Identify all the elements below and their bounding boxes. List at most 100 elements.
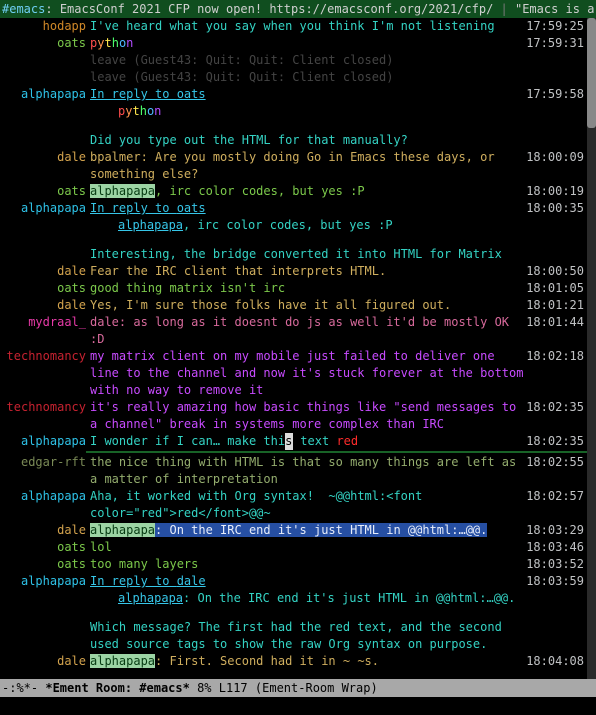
message-text: alphapapa: On the IRC end it's just HTML… <box>90 522 586 539</box>
nick-hodapp[interactable]: hodapp <box>43 19 86 33</box>
message-row: dale Fear the IRC client that interprets… <box>0 263 596 280</box>
timestamp: 18:02:18 <box>526 348 584 365</box>
selected-region[interactable]: : On the IRC end it's just HTML in @@htm… <box>155 523 487 537</box>
message-text: dale: as long as it doesnt do js as well… <box>90 314 586 348</box>
reply-link[interactable]: In reply to <box>90 201 177 215</box>
timestamp: 17:59:31 <box>526 35 584 52</box>
message-row: dale bpalmer: Are you mostly doing Go in… <box>0 149 596 183</box>
timestamp: 18:01:21 <box>526 297 584 314</box>
nick-oats[interactable]: oats <box>57 184 86 198</box>
chat-buffer[interactable]: hodapp I've heard what you say when you … <box>0 18 596 679</box>
message-text: the nice thing with HTML is that so many… <box>90 454 586 488</box>
message-row: Did you type out the HTML for that manua… <box>0 132 596 149</box>
reply-target[interactable]: oats <box>177 87 206 101</box>
message-text: bpalmer: Are you mostly doing Go in Emac… <box>90 149 586 183</box>
modeline-status: -:%*- <box>2 681 45 695</box>
timestamp: 18:01:44 <box>526 314 584 331</box>
system-row: leave (Guest43: Quit: Quit: Client close… <box>0 52 596 69</box>
message-row: dale Yes, I'm sure those folks have it a… <box>0 297 596 314</box>
message-text: good thing matrix isn't irc <box>90 280 586 297</box>
timestamp: 18:00:09 <box>526 149 584 166</box>
message-row: technomancy my matrix client on my mobil… <box>0 348 596 399</box>
header-sep2: | <box>493 2 515 16</box>
quote-row: alphapapa, irc color codes, but yes :P <box>0 217 596 234</box>
message-row: oats lol 18:03:46 <box>0 539 596 556</box>
nick-dale[interactable]: dale <box>57 654 86 668</box>
timestamp: 18:00:50 <box>526 263 584 280</box>
quote-text: alphapapa, irc color codes, but yes :P <box>90 217 586 234</box>
nick-mydraal[interactable]: mydraal_ <box>28 315 86 329</box>
reply-link[interactable]: In reply to <box>90 574 177 588</box>
message-text: it's really amazing how basic things lik… <box>90 399 586 433</box>
mention-highlight[interactable]: alphapapa <box>90 654 155 668</box>
minibuffer[interactable] <box>0 697 596 715</box>
message-text: In reply to oats <box>90 200 586 217</box>
message-row: alphapapa In reply to dale 18:03:59 <box>0 573 596 590</box>
mention-link[interactable]: alphapapa <box>118 591 183 605</box>
nick-dale[interactable]: dale <box>57 298 86 312</box>
mention-highlight[interactable]: alphapapa <box>90 184 155 198</box>
message-text: python <box>90 35 586 52</box>
message-text: Did you type out the HTML for that manua… <box>90 132 586 149</box>
message-row: mydraal_ dale: as long as it doesnt do j… <box>0 314 596 348</box>
timestamp: 18:03:59 <box>526 573 584 590</box>
mention-highlight[interactable]: alphapapa <box>90 523 155 537</box>
nick-edgar[interactable]: edgar-rft <box>21 455 86 469</box>
quote-text: python <box>90 103 586 120</box>
timestamp: 18:02:55 <box>526 454 584 471</box>
timestamp: 18:02:35 <box>526 433 584 450</box>
modeline-position: 8% L117 <box>190 681 255 695</box>
mode-line: -:%*- *Ement Room: #emacs* 8% L117 (Emen… <box>0 679 596 697</box>
nick-alphapapa[interactable]: alphapapa <box>21 87 86 101</box>
separator-line <box>86 451 596 453</box>
nick-dale[interactable]: dale <box>57 523 86 537</box>
timestamp: 18:00:19 <box>526 183 584 200</box>
header-topic: EmacsConf 2021 CFP now open! https://ema… <box>60 2 493 16</box>
system-text: leave (Guest43: Quit: Quit: Client close… <box>90 69 586 86</box>
message-text: In reply to dale <box>90 573 586 590</box>
nick-alphapapa[interactable]: alphapapa <box>21 434 86 448</box>
message-text: Interesting, the bridge converted it int… <box>90 246 586 263</box>
header-line: #emacs: EmacsConf 2021 CFP now open! htt… <box>0 0 596 18</box>
message-text: Aha, it worked with Org syntax! ~@@html:… <box>90 488 586 522</box>
message-row: oats alphapapa, irc color codes, but yes… <box>0 183 596 200</box>
timestamp: 17:59:58 <box>526 86 584 103</box>
nick-technomancy[interactable]: technomancy <box>7 349 86 363</box>
nick-dale[interactable]: dale <box>57 264 86 278</box>
reply-target[interactable]: oats <box>177 201 206 215</box>
nick-oats[interactable]: oats <box>57 281 86 295</box>
mention-link[interactable]: alphapapa <box>118 218 183 232</box>
nick-oats[interactable]: oats <box>57 36 86 50</box>
reply-target[interactable]: dale <box>177 574 206 588</box>
text-cursor: s <box>285 433 293 450</box>
scrollbar-thumb[interactable] <box>587 18 596 128</box>
message-text: lol <box>90 539 586 556</box>
message-text: In reply to oats <box>90 86 586 103</box>
modeline-buffer: *Ement Room: #emacs* <box>45 681 190 695</box>
system-row: leave (Guest43: Quit: Quit: Client close… <box>0 69 596 86</box>
timestamp: 18:02:57 <box>526 488 584 505</box>
nick-oats[interactable]: oats <box>57 557 86 571</box>
message-text: Which message? The first had the red tex… <box>90 619 586 653</box>
nick-technomancy[interactable]: technomancy <box>7 400 86 414</box>
header-sep1: : <box>45 2 59 16</box>
message-row: alphapapa I wonder if I can… make this t… <box>0 433 596 450</box>
header-tail: "Emacs is a co <box>515 2 596 16</box>
nick-alphapapa[interactable]: alphapapa <box>21 574 86 588</box>
quote-text: alphapapa: On the IRC end it's just HTML… <box>90 590 586 607</box>
message-text: Yes, I'm sure those folks have it all fi… <box>90 297 586 314</box>
nick-oats[interactable]: oats <box>57 540 86 554</box>
message-row: alphapapa In reply to oats 18:00:35 <box>0 200 596 217</box>
message-row: hodapp I've heard what you say when you … <box>0 18 596 35</box>
message-row: technomancy it's really amazing how basi… <box>0 399 596 433</box>
timestamp: 18:03:46 <box>526 539 584 556</box>
message-text: Fear the IRC client that interprets HTML… <box>90 263 586 280</box>
nick-alphapapa[interactable]: alphapapa <box>21 489 86 503</box>
reply-link[interactable]: In reply to <box>90 87 177 101</box>
modeline-mode: (Ement-Room Wrap) <box>255 681 378 695</box>
nick-alphapapa[interactable]: alphapapa <box>21 201 86 215</box>
message-row: alphapapa Aha, it worked with Org syntax… <box>0 488 596 522</box>
vertical-scrollbar[interactable] <box>587 18 596 679</box>
message-text: I wonder if I can… make this text red <box>90 433 586 450</box>
nick-dale[interactable]: dale <box>57 150 86 164</box>
